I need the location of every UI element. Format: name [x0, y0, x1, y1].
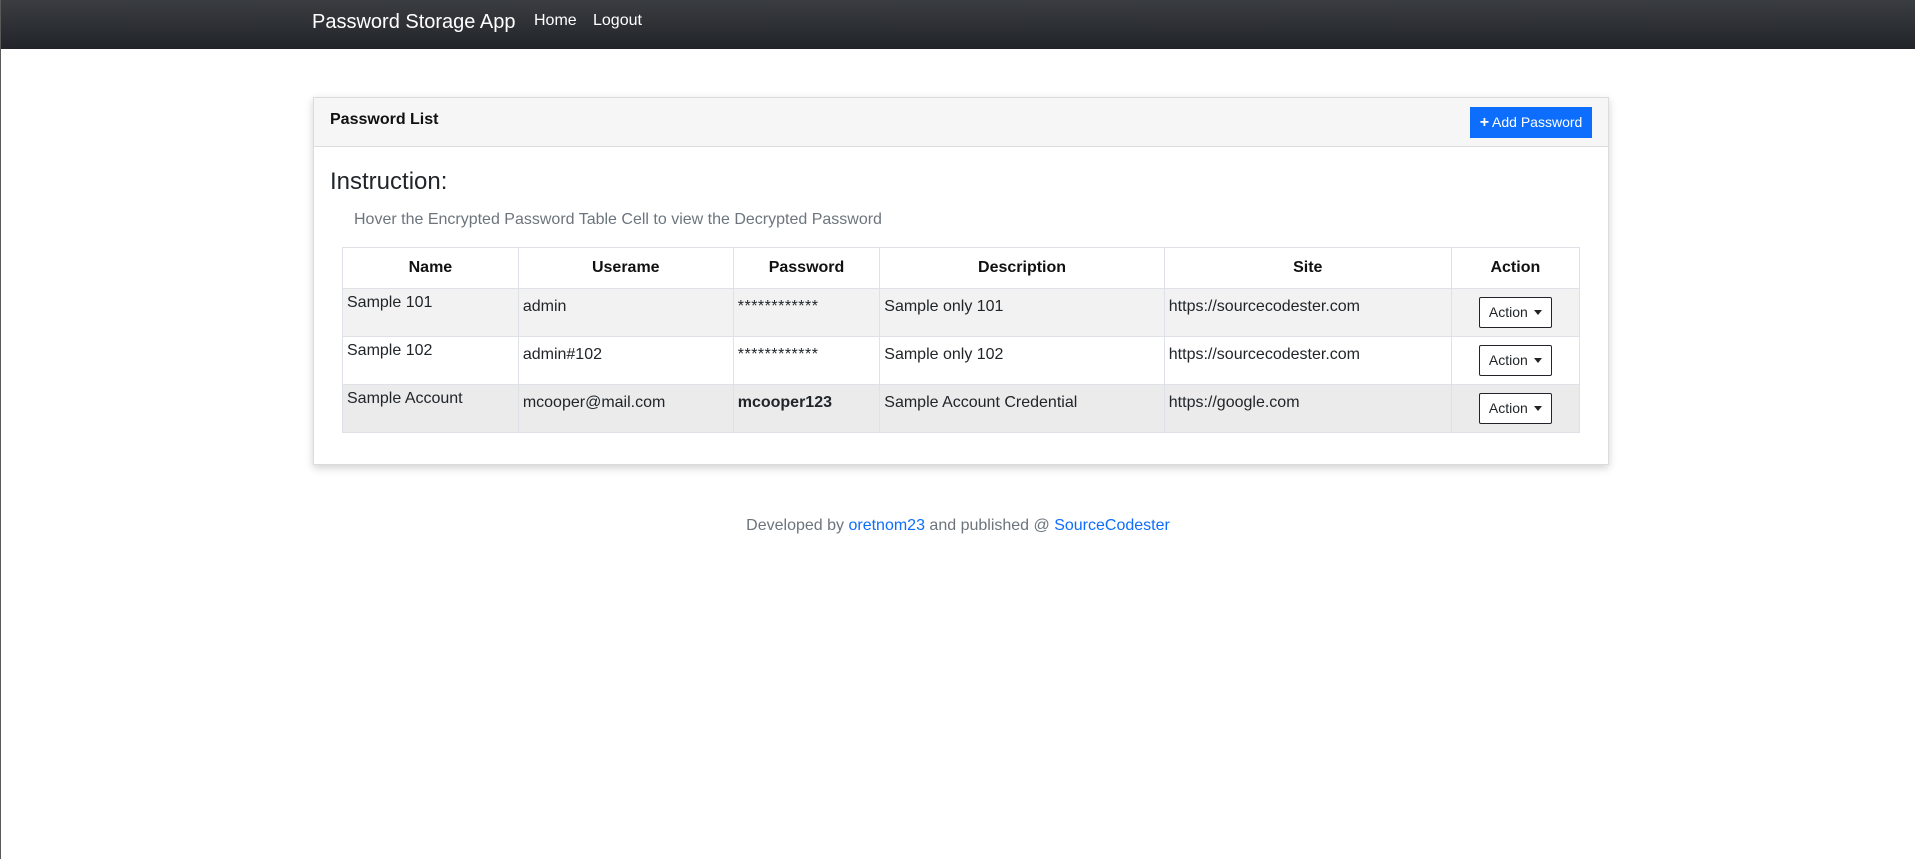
- footer: Developed by oretnom23 and published @ S…: [1, 516, 1915, 536]
- table-row: Sample 101 admin ************ Sample onl…: [342, 288, 1581, 337]
- action-dropdown-button[interactable]: Action: [1478, 393, 1552, 424]
- nav-home-link[interactable]: Home: [534, 11, 577, 31]
- header-site: Site: [1163, 247, 1452, 289]
- cell-site: https://google.com: [1163, 384, 1452, 433]
- header-name: Name: [342, 247, 519, 289]
- header-username: Userame: [517, 247, 734, 289]
- action-dropdown-button[interactable]: Action: [1478, 345, 1552, 376]
- card-title: Password List: [330, 111, 439, 128]
- cell-name: Sample Account: [342, 384, 519, 433]
- cell-site: https://sourcecodester.com: [1163, 336, 1452, 385]
- table-row: Sample 102 admin#102 ************ Sample…: [342, 336, 1581, 385]
- footer-publisher-link[interactable]: SourceCodester: [1054, 517, 1170, 534]
- action-label: Action: [1488, 304, 1528, 320]
- action-dropdown-button[interactable]: Action: [1478, 297, 1552, 328]
- card-header: Password List + Add Password: [314, 98, 1608, 147]
- table-row: Sample Account mcooper@mail.com mcooper1…: [342, 384, 1581, 433]
- cell-username: mcooper@mail.com: [517, 384, 734, 433]
- footer-middle: and published @: [929, 517, 1050, 534]
- cell-name: Sample 102: [342, 336, 519, 385]
- header-password: Password: [732, 247, 881, 289]
- instruction-text: Hover the Encrypted Password Table Cell …: [354, 211, 882, 228]
- action-label: Action: [1488, 400, 1528, 416]
- action-label: Action: [1488, 352, 1528, 368]
- add-password-label: Add Password: [1492, 114, 1583, 130]
- caret-down-icon: [1533, 358, 1542, 363]
- instruction-title: Instruction:: [330, 168, 448, 195]
- add-password-button[interactable]: + Add Password: [1470, 107, 1592, 138]
- table-header-row: Name Userame Password Description Site A…: [342, 247, 1581, 289]
- footer-prefix: Developed by: [746, 517, 845, 534]
- plus-icon: +: [1479, 114, 1490, 131]
- cell-description: Sample only 102: [879, 336, 1165, 385]
- password-table: Name Userame Password Description Site A…: [342, 247, 1581, 433]
- cell-username: admin: [517, 288, 734, 337]
- cell-description: Sample only 101: [879, 288, 1165, 337]
- cell-action: Action: [1450, 384, 1581, 433]
- header-action: Action: [1450, 247, 1581, 289]
- caret-down-icon: [1533, 310, 1542, 315]
- cell-username: admin#102: [517, 336, 734, 385]
- cell-description: Sample Account Credential: [879, 384, 1165, 433]
- cell-action: Action: [1450, 288, 1581, 337]
- caret-down-icon: [1533, 406, 1542, 411]
- cell-name: Sample 101: [342, 288, 519, 337]
- cell-action: Action: [1450, 336, 1581, 385]
- header-description: Description: [879, 247, 1165, 289]
- cell-password[interactable]: ************: [732, 336, 881, 385]
- password-list-card: Password List + Add Password Instruction:…: [313, 97, 1609, 465]
- footer-author-link[interactable]: oretnom23: [848, 517, 925, 534]
- cell-password[interactable]: ************: [732, 288, 881, 337]
- app-brand[interactable]: Password Storage App: [312, 10, 515, 34]
- cell-site: https://sourcecodester.com: [1163, 288, 1452, 337]
- navbar: Password Storage App Home Logout: [1, 0, 1915, 49]
- nav-logout-link[interactable]: Logout: [593, 11, 642, 31]
- cell-password[interactable]: mcooper123: [732, 384, 881, 433]
